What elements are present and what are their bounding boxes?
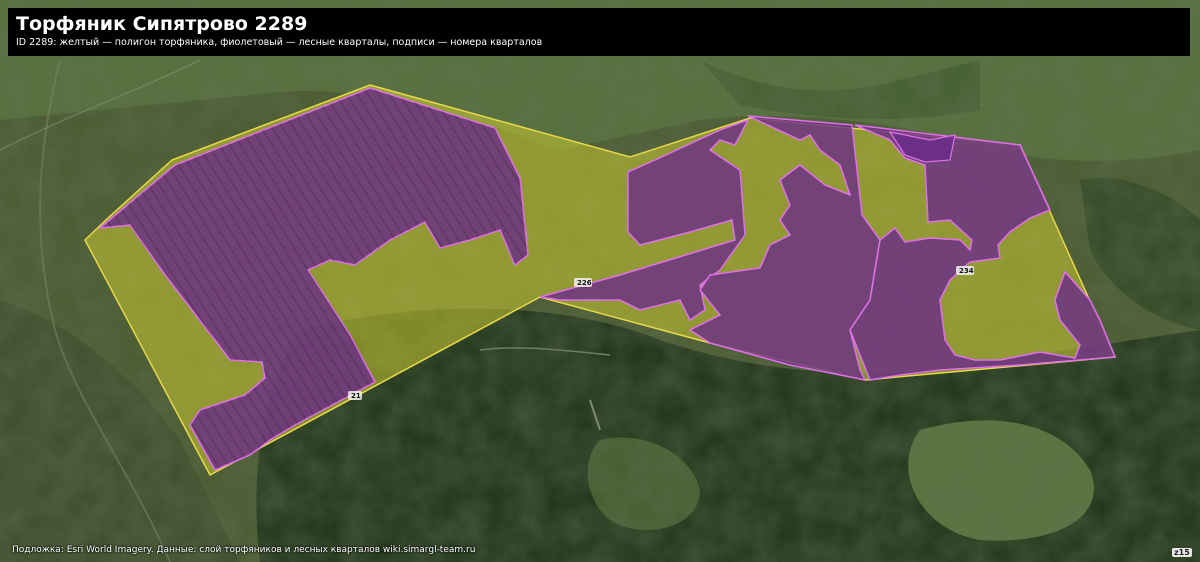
quarter-label-234-text: 234	[959, 267, 974, 275]
zoom-level-label: z15	[1172, 548, 1192, 557]
map-legend-text: ID 2289: желтый — полигон торфяника, фио…	[16, 37, 543, 48]
satellite-map[interactable]: 21 226 234	[0, 0, 1200, 562]
quarter-label-21: 21	[348, 391, 362, 400]
attribution: Подложка: Esri World Imagery. Данные: сл…	[12, 545, 476, 555]
quarter-label-234: 234	[956, 266, 974, 275]
map-header: Торфяник Сипятрово 2289 ID 2289: желтый …	[8, 8, 1190, 56]
quarter-label-226-text: 226	[577, 279, 592, 287]
quarter-label-226: 226	[574, 278, 592, 287]
quarter-label-21-text: 21	[351, 392, 361, 400]
map-title: Торфяник Сипятрово 2289	[16, 13, 308, 35]
